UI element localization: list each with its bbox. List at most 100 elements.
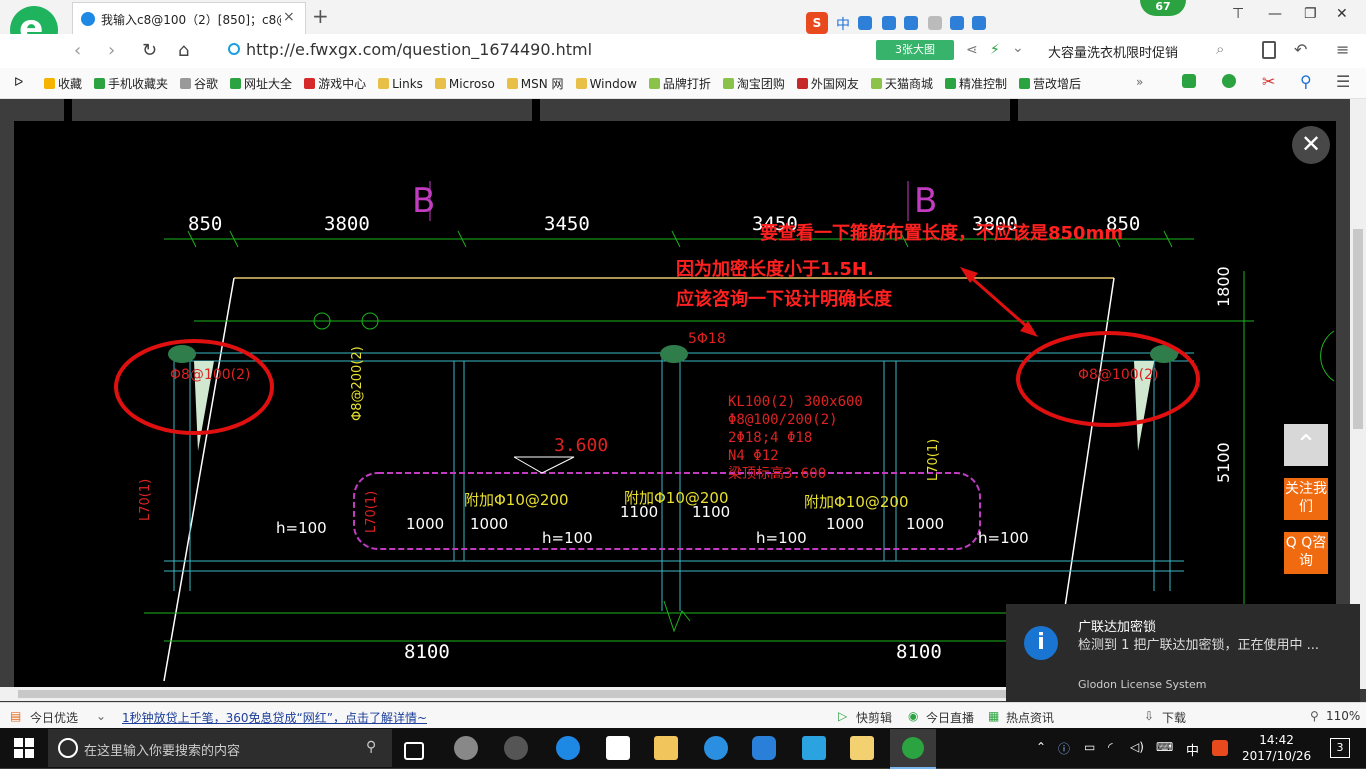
maximize-icon[interactable]: ❐ <box>1304 6 1317 22</box>
chevron-down-icon[interactable]: ⌄ <box>96 709 106 723</box>
news-icon[interactable]: ▦ <box>988 709 999 723</box>
bookmark-item[interactable]: 精准控制 <box>944 77 1007 91</box>
wifi-icon[interactable]: ◜ <box>1108 740 1113 754</box>
bookmark-item[interactable]: Microso <box>434 77 495 91</box>
share-icon[interactable]: ⋖ <box>966 42 978 58</box>
news-ticker-link[interactable]: 1秒钟放贷上千笔，360免息贷成“网红”，点击了解详情~ <box>122 709 427 726</box>
action-center-icon[interactable]: 3 <box>1330 738 1350 758</box>
chevron-down-icon[interactable]: ⌄ <box>1012 40 1024 56</box>
keyboard-icon[interactable] <box>904 16 918 30</box>
sidebar-toggle-icon[interactable]: ᐅ <box>14 75 23 89</box>
sogou-tray-icon[interactable] <box>1212 740 1228 756</box>
bookmark-item[interactable]: Window <box>575 77 637 91</box>
view-images-button[interactable]: 3张大图 <box>876 40 954 60</box>
ie-icon[interactable] <box>704 736 728 760</box>
status-item[interactable]: 热点资讯 <box>1006 709 1054 726</box>
user-icon[interactable] <box>928 16 942 30</box>
app-plus-icon[interactable] <box>802 736 826 760</box>
more-bookmarks-icon[interactable]: » <box>1136 75 1143 89</box>
zoom-icon[interactable]: ⚲ <box>1310 709 1319 723</box>
vertical-scrollbar[interactable] <box>1350 99 1366 689</box>
file-explorer-icon[interactable] <box>654 736 678 760</box>
app-spiral-icon[interactable] <box>504 736 528 760</box>
download-icon[interactable]: ⇩ <box>1144 709 1154 723</box>
clock[interactable]: 14:42 2017/10/26 <box>1242 732 1311 764</box>
status-item[interactable]: 快剪辑 <box>856 709 892 726</box>
volume-icon[interactable]: ◁) <box>1130 740 1144 754</box>
scrollbar-thumb[interactable] <box>18 690 1018 698</box>
accelerate-icon[interactable]: ⚡ <box>990 42 1000 58</box>
refresh-icon[interactable]: ↻ <box>142 40 157 61</box>
yuan-icon[interactable] <box>1222 74 1236 88</box>
magnifier-icon[interactable]: ⚲ <box>1300 72 1312 91</box>
bookmark-item[interactable]: 网址大全 <box>230 77 292 91</box>
skin-icon[interactable] <box>950 16 964 30</box>
close-window-icon[interactable]: ✕ <box>1336 6 1348 22</box>
app-fan-icon[interactable] <box>454 736 478 760</box>
zoom-level[interactable]: 110% <box>1326 709 1360 723</box>
video-edit-icon[interactable]: ▷ <box>838 709 847 723</box>
undo-icon[interactable]: ↶ <box>1294 40 1307 59</box>
bookmark-item[interactable]: 手机收藏夹 <box>94 77 168 91</box>
network-icon[interactable]: ▭ <box>1084 740 1095 754</box>
today-picks-label[interactable]: 今日优选 <box>30 709 78 726</box>
back-to-top-button[interactable]: ⌃ <box>1284 424 1328 466</box>
status-item[interactable]: 今日直播 <box>926 709 974 726</box>
forward-icon[interactable]: › <box>108 40 115 61</box>
ime-indicator[interactable]: 中 <box>1186 740 1199 759</box>
bookmark-item[interactable]: 游戏中心 <box>304 77 366 91</box>
home-icon[interactable]: ⌂ <box>178 40 189 61</box>
settings-wrench-icon[interactable] <box>972 16 986 30</box>
back-icon[interactable]: ‹ <box>74 40 81 61</box>
browser-taskbar-item[interactable] <box>890 729 936 769</box>
bookmark-item[interactable]: 淘宝团购 <box>722 77 785 91</box>
ime-language[interactable]: 中 <box>836 14 850 34</box>
bookmark-item[interactable]: 收藏 <box>44 77 82 91</box>
keyboard-icon[interactable]: ⌨ <box>1156 740 1173 754</box>
tray-expand-icon[interactable]: ⌃ <box>1036 740 1046 754</box>
gift-icon[interactable]: ▤ <box>10 709 21 723</box>
url-text[interactable]: http://e.fwxgx.com/question_1674490.html <box>246 40 592 59</box>
microphone-icon[interactable]: ⚲ <box>366 739 376 755</box>
minimize-icon[interactable]: — <box>1268 6 1282 22</box>
address-bar[interactable]: http://e.fwxgx.com/question_1674490.html <box>228 39 868 61</box>
search-icon[interactable]: ⌕ <box>1216 40 1224 58</box>
glodon-icon[interactable] <box>752 736 776 760</box>
new-tab-button[interactable]: + <box>312 4 329 28</box>
scissors-icon[interactable]: ✂ <box>1262 72 1275 91</box>
store-icon[interactable] <box>606 736 630 760</box>
status-item[interactable]: 下载 <box>1162 709 1186 726</box>
bookmark-item[interactable]: MSN 网 <box>506 77 564 91</box>
browser-tab[interactable]: 我输入c8@100（2）[850]；c8@ × <box>72 2 306 35</box>
notes-icon[interactable] <box>850 736 874 760</box>
windows-start-icon[interactable] <box>14 738 34 758</box>
bookmark-item[interactable]: 天猫商城 <box>870 77 933 91</box>
bookmark-item[interactable]: Links <box>378 77 423 91</box>
tray-info-icon[interactable]: ⓘ <box>1058 740 1070 757</box>
skin-button-icon[interactable]: ⊤ <box>1232 6 1244 22</box>
shield-icon[interactable] <box>1182 74 1196 88</box>
close-viewer-button[interactable]: ✕ <box>1292 126 1330 164</box>
mobile-icon[interactable] <box>1262 41 1276 59</box>
microphone-icon[interactable] <box>882 16 896 30</box>
taskbar-search[interactable]: 在这里输入你要搜索的内容 ⚲ <box>48 729 392 767</box>
task-view-icon[interactable] <box>404 742 424 760</box>
follow-us-button[interactable]: 关注我们 <box>1284 478 1328 520</box>
search-placeholder[interactable]: 在这里输入你要搜索的内容 <box>84 740 240 759</box>
address-ad-text[interactable]: 大容量洗衣机限时促销 <box>1048 42 1178 61</box>
edge-icon[interactable] <box>556 736 580 760</box>
bookmark-item[interactable]: 外国网友 <box>796 77 859 91</box>
tab-close-icon[interactable]: × <box>283 9 295 25</box>
bookmark-item[interactable]: 营改增后 <box>1018 77 1081 91</box>
scrollbar-thumb[interactable] <box>1353 229 1363 429</box>
tools-icon[interactable]: ☰ <box>1336 72 1350 91</box>
cad-image-viewer[interactable]: 850 3800 3450 3450 3800 850 B B 要查看一下箍筋布… <box>14 121 1336 687</box>
qq-consult-button[interactable]: Q Q咨询 <box>1284 532 1328 574</box>
bookmark-item[interactable]: 品牌打折 <box>648 77 711 91</box>
live-icon[interactable]: ◉ <box>908 709 918 723</box>
sogou-ime-toolbar[interactable]: S 中 <box>806 12 990 34</box>
bookmark-item[interactable]: 谷歌 <box>180 77 218 91</box>
system-notification[interactable]: i 广联达加密锁 检测到 1 把广联达加密锁，正在使用中 ... Glodon … <box>1006 604 1360 702</box>
punctuation-icon[interactable] <box>858 16 872 30</box>
menu-icon[interactable]: ≡ <box>1336 40 1349 59</box>
